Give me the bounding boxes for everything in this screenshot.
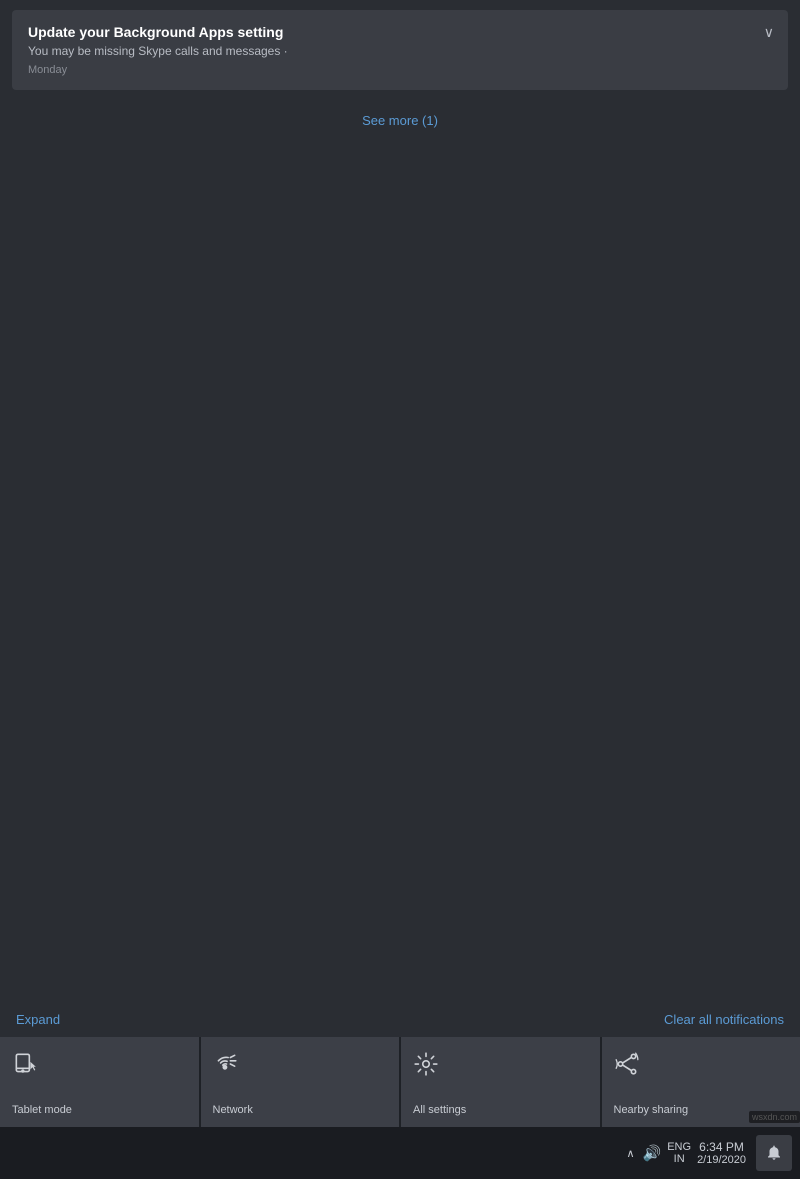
notification-area: Update your Background Apps setting You … — [0, 0, 800, 1002]
taskbar-datetime[interactable]: 6:34 PM 2/19/2020 — [697, 1140, 746, 1166]
settings-icon — [413, 1051, 439, 1083]
see-more-link[interactable]: See more (1) — [362, 113, 438, 128]
volume-icon[interactable]: 🔊 — [643, 1144, 662, 1162]
see-more-section: See more (1) — [12, 98, 788, 144]
language-name: ENG — [667, 1141, 691, 1153]
bottom-section: Expand Clear all notifications Tablet — [0, 1002, 800, 1179]
action-center: Update your Background Apps setting You … — [0, 0, 800, 1179]
network-label: Network — [213, 1103, 253, 1117]
system-tray-arrow[interactable]: ∧ — [626, 1147, 634, 1160]
language-region: IN — [667, 1153, 691, 1165]
nearby-sharing-label: Nearby sharing — [614, 1103, 689, 1117]
notification-center-button[interactable] — [756, 1135, 792, 1171]
action-bar: Expand Clear all notifications — [0, 1002, 800, 1037]
clear-notifications-button[interactable]: Clear all notifications — [664, 1012, 784, 1027]
quick-tile-all-settings[interactable]: All settings — [401, 1037, 600, 1127]
quick-tile-network[interactable]: Network — [201, 1037, 400, 1127]
taskbar-time: 6:34 PM — [697, 1140, 746, 1154]
notification-time: Monday — [28, 64, 772, 76]
nearby-sharing-icon — [614, 1051, 640, 1083]
tablet-mode-label: Tablet mode — [12, 1103, 72, 1117]
notification-body: You may be missing Skype calls and messa… — [28, 44, 772, 58]
network-icon — [213, 1051, 239, 1083]
chevron-down-icon[interactable]: ∨ — [764, 24, 774, 41]
notification-card[interactable]: Update your Background Apps setting You … — [12, 10, 788, 90]
taskbar-system-icons: ∧ 🔊 — [626, 1144, 661, 1162]
taskbar: ∧ 🔊 ENG IN 6:34 PM 2/19/2020 — [0, 1127, 800, 1179]
taskbar-date: 2/19/2020 — [697, 1154, 746, 1166]
all-settings-label: All settings — [413, 1103, 466, 1117]
notification-title: Update your Background Apps setting — [28, 24, 772, 40]
expand-button[interactable]: Expand — [16, 1012, 60, 1027]
quick-tile-tablet-mode[interactable]: Tablet mode — [0, 1037, 199, 1127]
watermark: wsxdn.com — [749, 1111, 800, 1123]
taskbar-language[interactable]: ENG IN — [667, 1141, 691, 1165]
notification-bell-icon — [765, 1144, 783, 1162]
quick-actions-grid: Tablet mode N — [0, 1037, 800, 1127]
tablet-mode-icon — [12, 1051, 38, 1083]
